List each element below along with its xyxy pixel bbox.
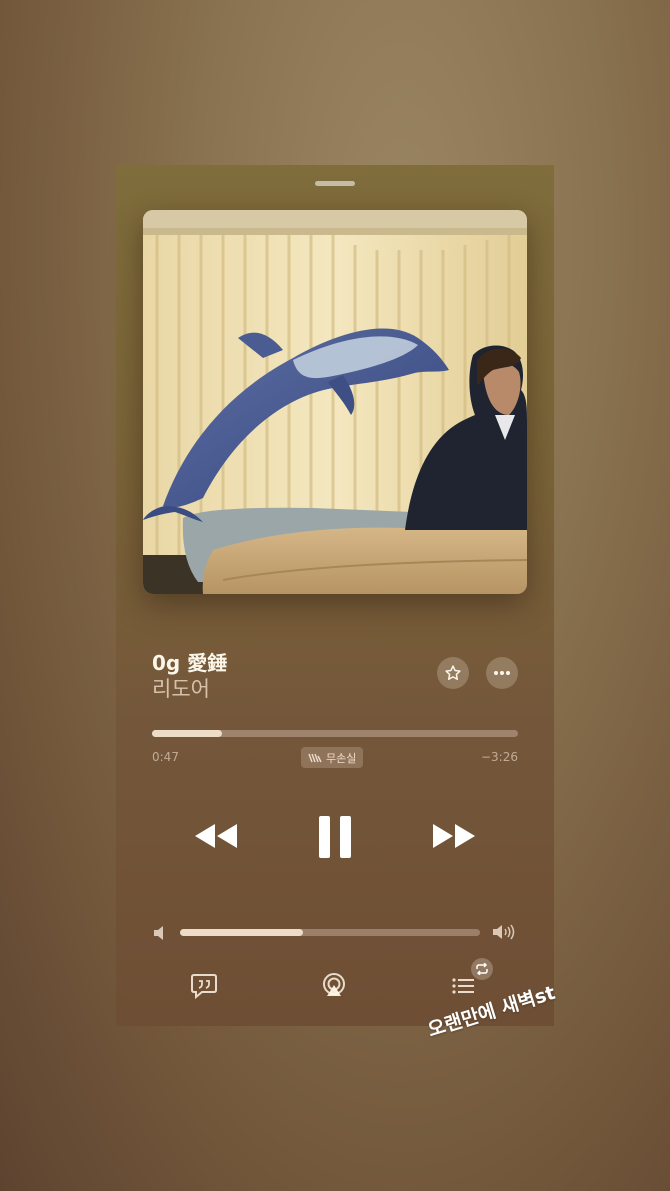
track-artist[interactable]: 리도어 bbox=[152, 673, 210, 703]
playback-progress-fill bbox=[152, 730, 222, 737]
repeat-indicator bbox=[471, 958, 493, 980]
speaker-high-icon bbox=[493, 924, 515, 940]
volume-max-button[interactable] bbox=[492, 923, 516, 945]
favorite-button[interactable] bbox=[437, 657, 469, 689]
volume-level-fill bbox=[180, 929, 303, 936]
lyrics-icon bbox=[191, 974, 217, 1000]
fast-forward-button[interactable] bbox=[428, 813, 480, 859]
playback-scrubber[interactable] bbox=[152, 730, 518, 737]
repeat-icon bbox=[476, 963, 488, 975]
sheet-grabber[interactable] bbox=[315, 181, 355, 186]
lyrics-button[interactable] bbox=[190, 972, 218, 1000]
track-title: 0g 愛錘 bbox=[152, 651, 228, 675]
lossless-label: 무손실 bbox=[326, 751, 357, 765]
album-artwork-image bbox=[143, 210, 527, 594]
speaker-low-icon bbox=[154, 926, 163, 940]
fast-forward-icon bbox=[433, 824, 475, 848]
airplay-button[interactable] bbox=[320, 972, 348, 1000]
volume-slider[interactable] bbox=[180, 929, 480, 936]
ellipsis-icon bbox=[494, 671, 510, 675]
pause-icon bbox=[319, 816, 351, 858]
lossless-wave-icon bbox=[308, 753, 322, 762]
airplay-icon bbox=[323, 973, 345, 996]
now-playing-sheet: 0g 愛錘 리도어 0:47 무손실 −3:26 bbox=[116, 165, 554, 1026]
star-icon bbox=[445, 665, 461, 680]
album-artwork bbox=[143, 210, 527, 594]
elapsed-time: 0:47 bbox=[152, 750, 179, 764]
pause-button[interactable] bbox=[314, 813, 356, 861]
remaining-time: −3:26 bbox=[480, 750, 518, 764]
rewind-icon bbox=[195, 824, 237, 848]
rewind-button[interactable] bbox=[190, 813, 242, 859]
more-options-button[interactable] bbox=[486, 657, 518, 689]
lossless-badge[interactable]: 무손실 bbox=[301, 747, 364, 768]
volume-min-button[interactable] bbox=[153, 925, 167, 945]
